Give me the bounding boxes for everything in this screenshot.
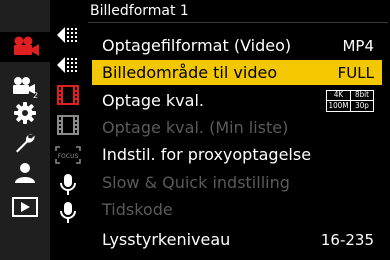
wrench-icon (16, 133, 35, 153)
video-camera-icon (14, 36, 39, 56)
menu-item-label: Indstil. for proxyoptagelse (102, 145, 312, 164)
menu-item-luminance-level[interactable]: Lysstyrkeniveau 16-235 (92, 227, 382, 252)
badge-framerate: 30p (350, 100, 374, 112)
menu-title: Billedformat 1 (90, 3, 189, 19)
gear-icon (14, 102, 36, 124)
image-format-1-icon (57, 27, 77, 43)
image-format-2-icon (57, 57, 77, 73)
menu-item-rec-file-format[interactable]: Optagefilformat (Video) MP4 (92, 33, 382, 58)
rec-quality-badge: 4K 8bit 100M 30p (326, 90, 374, 112)
tab-my-menu[interactable] (5, 158, 45, 188)
playback-icon (12, 197, 38, 217)
subtab-image-format-2[interactable] (52, 52, 84, 78)
microphone-icon (60, 174, 76, 195)
subtab-image-format-1[interactable] (52, 22, 84, 48)
menu-item-image-area-video[interactable]: Billedområde til video FULL (92, 60, 382, 85)
subtab-film[interactable] (52, 112, 84, 138)
subtab-focus[interactable]: FOCUS (52, 142, 84, 168)
microphone-2-icon (60, 202, 76, 223)
menu-item-rec-quality-my-list[interactable]: Optage kval. (Min liste) (92, 115, 382, 140)
menu-item-label: Lysstyrkeniveau (102, 230, 231, 249)
focus-icon: FOCUS (55, 146, 81, 164)
film-strip-red-icon (57, 85, 79, 105)
menu-item-value: 16-235 (320, 231, 374, 249)
subtab-audio-2[interactable] (52, 200, 84, 226)
tab-playback[interactable] (5, 192, 45, 222)
menu-item-label: Optage kval. (Min liste) (102, 118, 289, 137)
focus-icon-label: FOCUS (58, 153, 79, 160)
camera-menu-screen: 2 FOCUS Billedformat 1 Optagefilformat (… (0, 0, 390, 260)
sub-tab-bar: FOCUS (50, 20, 86, 260)
tab-setup[interactable] (5, 128, 45, 158)
main-tab-bar: 2 (0, 0, 52, 260)
subtab-audio-1[interactable] (52, 172, 84, 198)
menu-item-slow-quick[interactable]: Slow & Quick indstilling (92, 170, 382, 195)
film-strip-icon (57, 115, 79, 135)
menu-item-label: Optage kval. (102, 91, 204, 110)
menu-item-time-code[interactable]: Tidskode (92, 197, 382, 222)
badge-bitrate: 100M (326, 100, 351, 112)
menu-item-label: Tidskode (102, 200, 173, 219)
menu-item-label: Billedområde til video (102, 63, 278, 82)
tab-custom[interactable] (5, 98, 45, 128)
person-icon (15, 163, 35, 183)
video-camera-2-icon: 2 (13, 77, 38, 99)
menu-item-label: Slow & Quick indstilling (102, 173, 290, 192)
menu-item-rec-quality[interactable]: Optage kval. 4K 8bit 100M 30p (92, 88, 382, 113)
subtab-film-red[interactable] (52, 82, 84, 108)
menu-item-proxy-recording[interactable]: Indstil. for proxyoptagelse (92, 142, 382, 167)
menu-item-value: FULL (337, 64, 374, 82)
tab-video-menu[interactable] (0, 32, 52, 62)
menu-item-value: MP4 (342, 37, 374, 55)
title-divider (88, 22, 388, 23)
menu-item-label: Optagefilformat (Video) (102, 36, 292, 55)
